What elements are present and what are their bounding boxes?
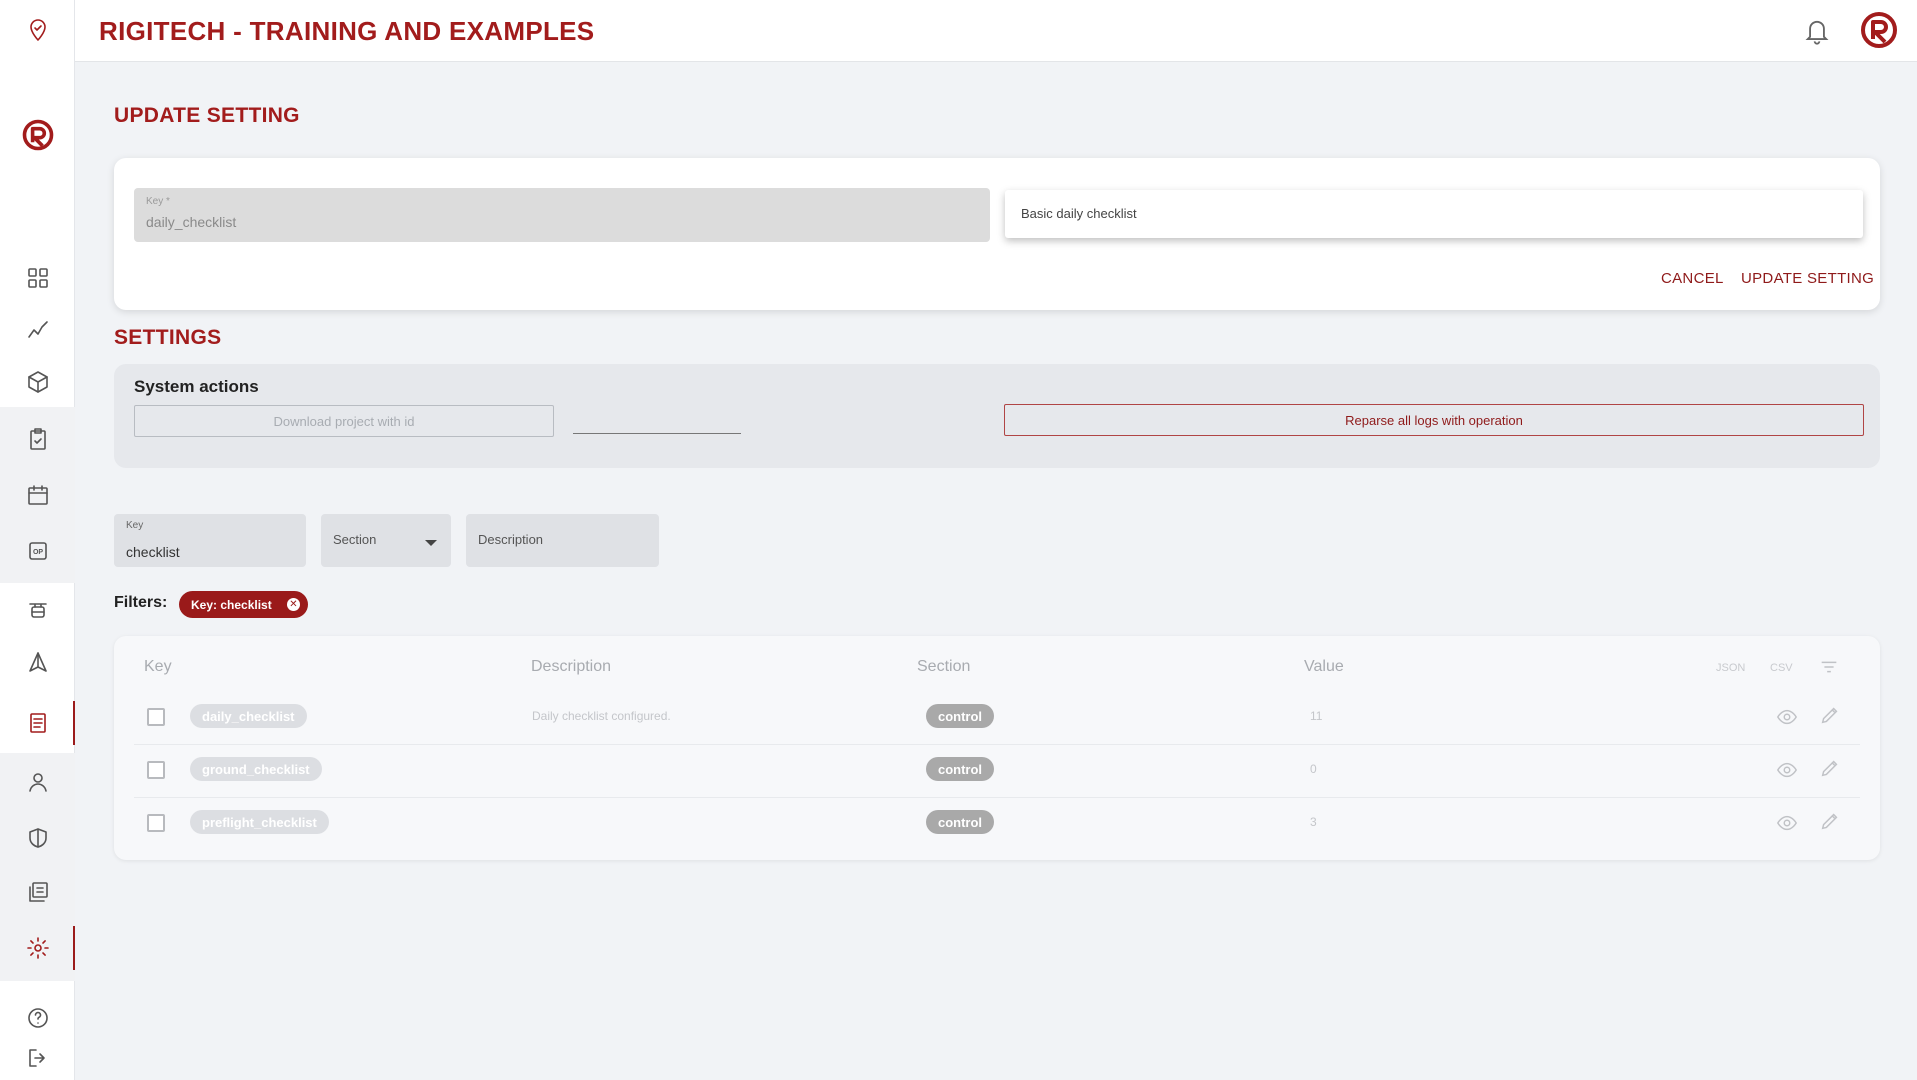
key-filter-value: checklist xyxy=(126,544,180,560)
reparse-logs-button[interactable]: Reparse all logs with operation xyxy=(1004,404,1864,436)
row-value: 3 xyxy=(1310,815,1317,829)
system-actions-title: System actions xyxy=(134,377,259,396)
view-eye-icon[interactable] xyxy=(1776,759,1798,781)
location-pin-icon[interactable] xyxy=(0,4,75,56)
clipboard-check-icon[interactable] xyxy=(0,413,75,465)
calendar-icon[interactable] xyxy=(0,469,75,521)
user-icon[interactable] xyxy=(0,756,75,808)
edit-pencil-icon[interactable] xyxy=(1819,757,1841,779)
cube-icon[interactable] xyxy=(0,356,75,408)
row-divider xyxy=(134,744,1860,745)
row-section-pill: control xyxy=(926,704,994,728)
rigitech-logo-icon xyxy=(16,113,60,157)
key-field-value: daily_checklist xyxy=(146,214,237,230)
row-key-pill: ground_checklist xyxy=(190,757,322,781)
settings-title: SETTINGS xyxy=(114,326,222,349)
view-eye-icon[interactable] xyxy=(1776,812,1798,834)
row-key-pill: preflight_checklist xyxy=(190,810,329,834)
document-icon[interactable] xyxy=(0,697,75,749)
filters-label: Filters: xyxy=(114,594,168,611)
key-filter-label: Key xyxy=(126,520,144,531)
view-eye-icon[interactable] xyxy=(1776,706,1798,728)
column-header-value[interactable]: Value xyxy=(1304,658,1344,676)
dashboard-grid-icon[interactable] xyxy=(0,252,75,304)
row-section-pill: control xyxy=(926,757,994,781)
shield-icon[interactable] xyxy=(0,812,75,864)
row-description: Daily checklist configured. xyxy=(532,709,671,723)
column-header-section[interactable]: Section xyxy=(917,658,970,676)
edit-pencil-icon[interactable] xyxy=(1819,810,1841,832)
section-filter-select[interactable]: Section xyxy=(321,514,451,567)
key-field-label: Key * xyxy=(146,196,170,207)
export-json-button[interactable]: JSON xyxy=(1716,662,1745,674)
row-checkbox[interactable] xyxy=(147,814,165,832)
svg-text:OP: OP xyxy=(32,549,42,556)
analytics-icon[interactable] xyxy=(0,304,75,356)
column-header-description[interactable]: Description xyxy=(531,658,611,676)
top-header: RIGITECH - TRAINING AND EXAMPLES xyxy=(75,0,1917,62)
section-filter-placeholder: Section xyxy=(333,532,377,547)
download-project-button[interactable]: Download project with id xyxy=(134,405,554,437)
row-section-pill: control xyxy=(926,810,994,834)
op-icon[interactable]: OP xyxy=(0,525,75,577)
update-setting-button[interactable]: UPDATE SETTING xyxy=(1741,270,1874,287)
update-setting-title: UPDATE SETTING xyxy=(114,104,300,127)
settings-table: Key Description Section Value JSON CSV d… xyxy=(114,636,1880,860)
description-filter-placeholder: Description xyxy=(478,532,544,547)
remove-filter-icon[interactable]: ✕ xyxy=(287,598,300,611)
filter-list-icon[interactable] xyxy=(1818,656,1840,678)
bell-icon[interactable] xyxy=(1803,16,1831,46)
logout-icon[interactable] xyxy=(0,1032,75,1080)
drone-icon[interactable] xyxy=(0,584,75,636)
dropdown-option[interactable]: Basic daily checklist xyxy=(1021,206,1137,221)
key-filter-input[interactable]: Key checklist xyxy=(114,514,306,567)
project-id-input[interactable] xyxy=(573,410,741,434)
row-checkbox[interactable] xyxy=(147,708,165,726)
description-filter-input[interactable]: Description xyxy=(466,514,659,567)
user-avatar-logo[interactable] xyxy=(1859,10,1899,50)
chevron-down-icon xyxy=(425,540,437,546)
column-header-key[interactable]: Key xyxy=(144,658,172,676)
gear-icon[interactable] xyxy=(0,922,75,974)
row-key-pill: daily_checklist xyxy=(190,704,307,728)
active-filter-chip: Key: checklist ✕ xyxy=(179,591,308,618)
library-icon[interactable] xyxy=(0,866,75,918)
update-setting-card: Key * daily_checklist Basic daily checkl… xyxy=(114,158,1880,310)
system-actions-panel: System actions Download project with id … xyxy=(114,364,1880,468)
cancel-button[interactable]: CANCEL xyxy=(1661,270,1724,287)
row-checkbox[interactable] xyxy=(147,761,165,779)
active-filter-chip-label: Key: checklist xyxy=(191,597,272,612)
description-dropdown-menu[interactable]: Basic daily checklist xyxy=(1005,190,1863,238)
row-value: 0 xyxy=(1310,762,1317,776)
edit-pencil-icon[interactable] xyxy=(1819,704,1841,726)
row-value: 11 xyxy=(1310,709,1323,723)
export-csv-button[interactable]: CSV xyxy=(1770,662,1793,674)
row-divider xyxy=(134,797,1860,798)
app-title: RIGITECH - TRAINING AND EXAMPLES xyxy=(99,16,595,46)
sidebar: OP xyxy=(0,0,75,1080)
key-field: Key * daily_checklist xyxy=(134,188,990,242)
aircraft-icon[interactable] xyxy=(0,636,75,688)
